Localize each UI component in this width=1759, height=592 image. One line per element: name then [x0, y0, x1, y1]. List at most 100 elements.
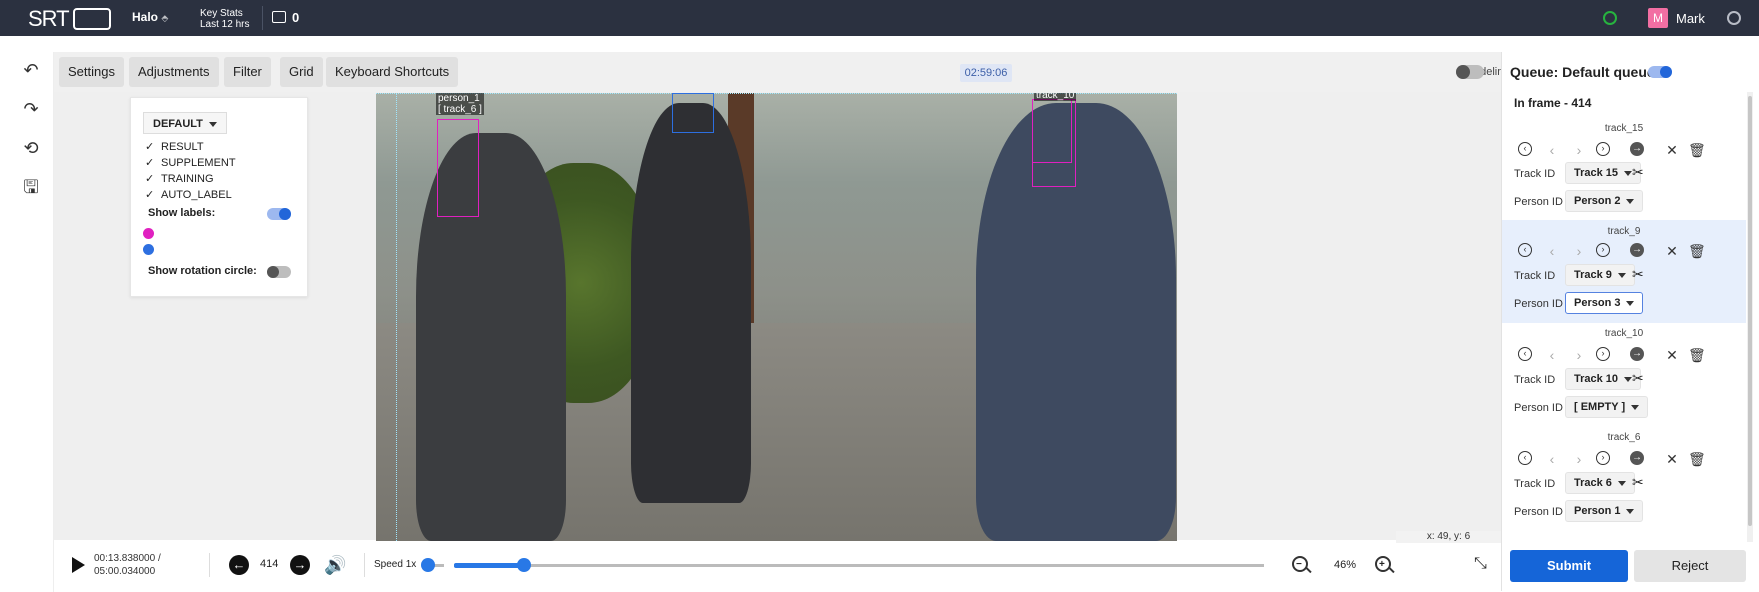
last-frame-icon[interactable]: ›: [1596, 142, 1610, 156]
checkbox-auto-label[interactable]: ✓ AUTO_LABEL: [145, 188, 232, 201]
timeline-slider-track[interactable]: [454, 564, 1264, 567]
zoom-out-icon[interactable]: −: [1292, 556, 1308, 572]
key-stats[interactable]: Key Stats Last 12 hrs: [200, 8, 249, 30]
user-name[interactable]: Mark: [1676, 11, 1705, 26]
person-id-label: Person ID: [1514, 506, 1563, 518]
undo-icon[interactable]: ↶: [21, 60, 41, 80]
zoom-level: 46%: [1334, 559, 1357, 571]
project-selector[interactable]: Halo ⬘: [132, 10, 168, 24]
chevron-right-icon[interactable]: ›: [1571, 451, 1587, 467]
trash-icon[interactable]: 🗑: [1688, 243, 1706, 259]
checkbox-label: SUPPLEMENT: [161, 157, 236, 169]
left-tool-rail: ↶ ↷ ⟲ 🖫: [8, 52, 54, 592]
go-to-track-icon[interactable]: →: [1630, 347, 1644, 361]
volume-icon[interactable]: 🔊: [324, 555, 346, 576]
chevron-right-icon[interactable]: ›: [1571, 142, 1587, 158]
chevron-left-icon[interactable]: ‹: [1544, 451, 1560, 467]
filter-button[interactable]: Filter: [224, 57, 271, 87]
save-icon[interactable]: 🖫: [21, 177, 41, 197]
timeline-slider-handle[interactable]: [517, 558, 532, 572]
first-frame-icon[interactable]: ‹: [1518, 451, 1532, 465]
show-labels-label: Show labels:: [148, 207, 216, 219]
checkbox-result[interactable]: ✓ RESULT: [145, 140, 204, 153]
trash-icon[interactable]: 🗑: [1688, 451, 1706, 467]
frame-number[interactable]: 414: [260, 558, 278, 570]
magenta-color-dot[interactable]: [143, 228, 154, 239]
first-frame-icon[interactable]: ‹: [1518, 243, 1532, 257]
submit-button[interactable]: Submit: [1510, 550, 1628, 582]
guideline-toggle[interactable]: [1456, 65, 1484, 79]
caret-down-icon: [1617, 272, 1626, 278]
queue-scrollbar-thumb[interactable]: [1748, 96, 1752, 526]
last-frame-icon[interactable]: ›: [1596, 243, 1610, 257]
label-set-dropdown[interactable]: DEFAULT: [143, 112, 227, 134]
reject-button[interactable]: Reject: [1634, 550, 1746, 582]
trash-icon[interactable]: 🗑: [1688, 142, 1706, 158]
scissors-icon[interactable]: ✂: [1632, 370, 1644, 387]
chevron-left-icon[interactable]: ‹: [1544, 347, 1560, 363]
trash-icon[interactable]: 🗑: [1688, 347, 1706, 363]
person-id-dropdown[interactable]: Person 1: [1565, 500, 1644, 522]
track-id-dropdown[interactable]: Track 9: [1565, 264, 1635, 286]
blue-color-dot[interactable]: [143, 244, 154, 255]
keyboard-shortcuts-button[interactable]: Keyboard Shortcuts: [326, 57, 459, 87]
checkbox-supplement[interactable]: ✓ SUPPLEMENT: [145, 156, 236, 169]
adjustments-button[interactable]: Adjustments: [129, 57, 219, 87]
last-frame-icon[interactable]: ›: [1596, 451, 1610, 465]
zoom-in-icon[interactable]: +: [1375, 556, 1391, 572]
first-frame-icon[interactable]: ‹: [1518, 347, 1532, 361]
close-icon[interactable]: ✕: [1664, 451, 1680, 467]
chevron-left-icon[interactable]: ‹: [1544, 142, 1560, 158]
first-frame-icon[interactable]: ‹: [1518, 142, 1532, 156]
chevron-right-icon[interactable]: ›: [1571, 347, 1587, 363]
check-icon: ✓: [145, 157, 155, 169]
settings-button[interactable]: Settings: [59, 57, 124, 87]
app-logo[interactable]: SRT: [28, 6, 111, 32]
close-icon[interactable]: ✕: [1664, 347, 1680, 363]
bounding-box-blue[interactable]: [672, 93, 714, 133]
go-to-track-icon[interactable]: →: [1630, 243, 1644, 257]
caret-down-icon: [1626, 508, 1635, 514]
bounding-box-inner[interactable]: [1032, 99, 1072, 163]
track-id-value: Track 9: [1574, 269, 1612, 281]
scissors-icon[interactable]: ✂: [1632, 266, 1644, 283]
checkbox-training[interactable]: ✓ TRAINING: [145, 172, 214, 185]
bounding-box-track-6[interactable]: [437, 119, 479, 217]
avatar[interactable]: M: [1648, 8, 1668, 28]
reset-icon[interactable]: ⟲: [21, 138, 41, 158]
queue-title: Queue: Default queue: [1510, 64, 1655, 80]
person-figure: [976, 103, 1176, 541]
timeline-progress: [454, 563, 525, 568]
chevron-left-icon[interactable]: ‹: [1544, 243, 1560, 259]
video-frame[interactable]: person_1 [ track_6 ] track_10: [376, 93, 1177, 541]
scissors-icon[interactable]: ✂: [1632, 164, 1644, 181]
person-id-value: Person 1: [1574, 505, 1621, 517]
track-id-value: Track 6: [1574, 477, 1612, 489]
track-id-dropdown[interactable]: Track 10: [1565, 368, 1642, 390]
briefcase-icon[interactable]: [272, 11, 286, 23]
fit-to-screen-icon[interactable]: ⤡: [1474, 555, 1487, 573]
go-to-track-icon[interactable]: →: [1630, 451, 1644, 465]
track-id-dropdown[interactable]: Track 15: [1565, 162, 1642, 184]
close-icon[interactable]: ✕: [1664, 243, 1680, 259]
track-id-dropdown[interactable]: Track 6: [1565, 472, 1635, 494]
show-rotation-toggle[interactable]: [267, 266, 291, 278]
speed-slider-handle[interactable]: [421, 558, 435, 572]
play-icon[interactable]: [72, 557, 85, 573]
close-icon[interactable]: ✕: [1664, 142, 1680, 158]
last-frame-icon[interactable]: ›: [1596, 347, 1610, 361]
chevron-right-icon[interactable]: ›: [1571, 243, 1587, 259]
globe-status-icon[interactable]: [1603, 11, 1617, 25]
person-id-dropdown[interactable]: [ EMPTY ]: [1565, 396, 1649, 418]
go-to-track-icon[interactable]: →: [1630, 142, 1644, 156]
redo-icon[interactable]: ↷: [21, 99, 41, 119]
next-frame-arrow-icon[interactable]: →: [290, 555, 310, 575]
previous-frame-arrow-icon[interactable]: ←: [229, 555, 249, 575]
queue-toggle[interactable]: [1648, 66, 1672, 78]
language-globe-icon[interactable]: [1727, 11, 1741, 25]
scissors-icon[interactable]: ✂: [1632, 474, 1644, 491]
person-id-dropdown[interactable]: Person 2: [1565, 190, 1644, 212]
show-labels-toggle[interactable]: [267, 208, 291, 220]
person-id-dropdown[interactable]: Person 3: [1565, 292, 1644, 314]
grid-button[interactable]: Grid: [280, 57, 323, 87]
